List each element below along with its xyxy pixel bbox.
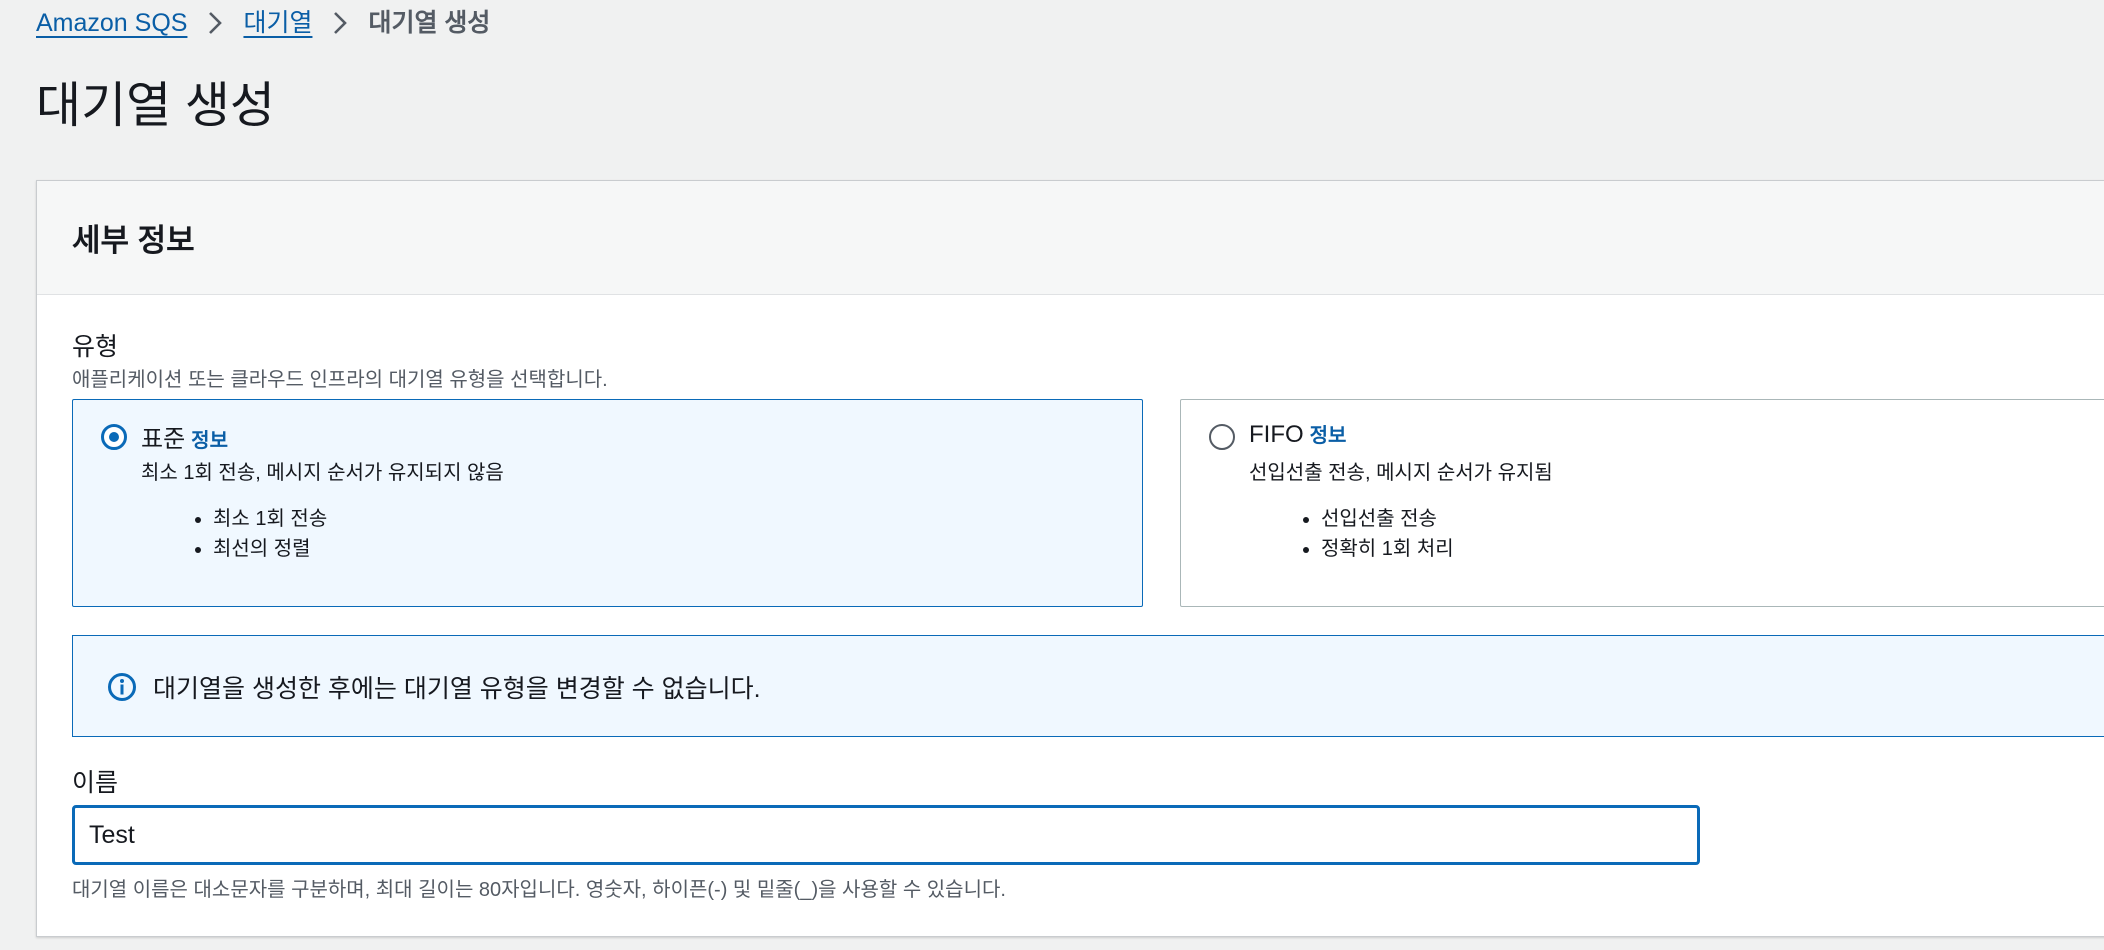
breadcrumb-queues[interactable]: 대기열 xyxy=(243,6,312,40)
alert-text: 대기열을 생성한 후에는 대기열 유형을 변경할 수 없습니다. xyxy=(153,675,761,703)
standard-title-text: 표준 xyxy=(141,426,186,453)
queue-name-input[interactable] xyxy=(72,805,1700,865)
list-item: 최선의 정렬 xyxy=(213,534,327,564)
name-hint: 대기열 이름은 대소문자를 구분하며, 최대 길이는 80자입니다. 영숫자, … xyxy=(72,879,1006,901)
panel-header: 세부 정보 xyxy=(37,181,2104,295)
chevron-right-icon xyxy=(330,10,350,36)
standard-title: 표준 정보 xyxy=(141,419,228,454)
fifo-title: FIFO 정보 xyxy=(1249,419,1346,449)
name-label: 이름 xyxy=(72,769,119,797)
list-item: 선입선출 전송 xyxy=(1321,504,1454,534)
standard-features-list: 최소 1회 전송 최선의 정렬 xyxy=(213,504,327,564)
breadcrumb: Amazon SQS 대기열 대기열 생성 xyxy=(36,6,490,40)
details-panel: 세부 정보 유형 애플리케이션 또는 클라우드 인프라의 대기열 유형을 선택합… xyxy=(36,180,2104,937)
breadcrumb-current: 대기열 생성 xyxy=(368,9,491,37)
breadcrumb-amazon-sqs[interactable]: Amazon SQS xyxy=(36,6,187,40)
info-icon xyxy=(107,672,137,702)
standard-info-link[interactable]: 정보 xyxy=(191,430,228,452)
info-alert: 대기열을 생성한 후에는 대기열 유형을 변경할 수 없습니다. xyxy=(72,635,2104,737)
chevron-right-icon xyxy=(205,10,225,36)
list-item: 정확히 1회 처리 xyxy=(1321,534,1454,564)
standard-subtitle: 최소 1회 전송, 메시지 순서가 유지되지 않음 xyxy=(141,462,504,484)
queue-type-standard-option[interactable]: 표준정보 최소 1회 전송, 메시지 순서가 유지되지 않음 최소 1회 전송 … xyxy=(72,399,1143,607)
page-title: 대기열 생성 xyxy=(36,79,276,133)
queue-type-fifo-option[interactable]: FIFO 정보 선입선출 전송, 메시지 순서가 유지됨 선입선출 전송 정확히 … xyxy=(1180,399,2104,607)
fifo-features-list: 선입선출 전송 정확히 1회 처리 xyxy=(1321,504,1454,564)
fifo-title-text: FIFO xyxy=(1249,421,1304,448)
type-description: 애플리케이션 또는 클라우드 인프라의 대기열 유형을 선택합니다. xyxy=(72,369,608,391)
list-item: 최소 1회 전송 xyxy=(213,504,327,534)
type-label: 유형 xyxy=(72,333,119,361)
radio-standard[interactable] xyxy=(101,424,127,450)
fifo-info-link[interactable]: 정보 xyxy=(1310,425,1347,447)
fifo-subtitle: 선입선출 전송, 메시지 순서가 유지됨 xyxy=(1249,462,1553,484)
radio-fifo[interactable] xyxy=(1209,424,1235,450)
panel-header-title: 세부 정보 xyxy=(72,223,195,258)
